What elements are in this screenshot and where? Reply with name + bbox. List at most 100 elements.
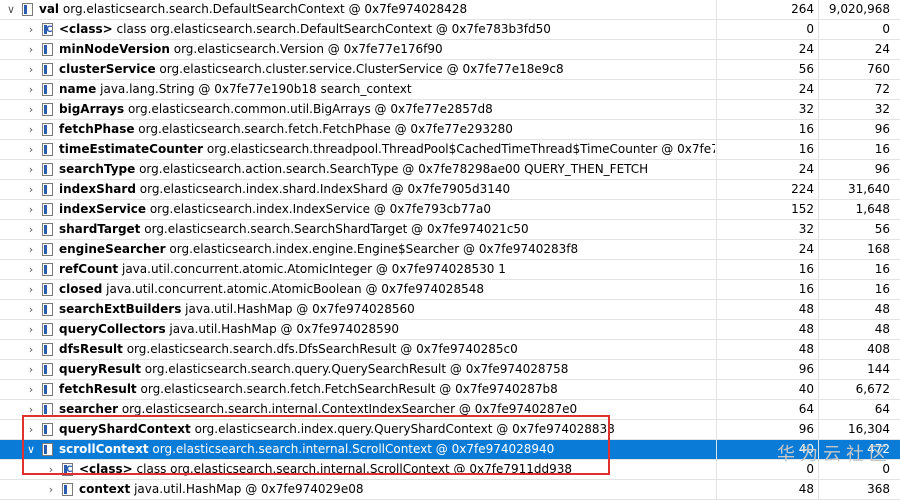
object-type: org.elasticsearch.search.SearchShardTarg… xyxy=(144,222,529,236)
tree-row[interactable]: › context java.util.HashMap @ 0x7fe974029… xyxy=(0,480,900,500)
expand-toggle-closed-icon[interactable]: › xyxy=(26,360,36,379)
tree-row[interactable]: › clusterService org.elasticsearch.cluste… xyxy=(0,60,900,80)
object-type: org.elasticsearch.search.internal.Contex… xyxy=(121,402,578,416)
object-type: class org.elasticsearch.search.internal.… xyxy=(136,462,573,476)
tree-row[interactable]: › refCount java.util.concurrent.atomic.At… xyxy=(0,260,900,280)
field-object-icon xyxy=(42,443,53,456)
object-type: org.elasticsearch.search.fetch.FetchPhas… xyxy=(138,122,513,136)
field-name: <class> xyxy=(79,462,133,476)
expand-toggle-closed-icon[interactable]: › xyxy=(26,400,36,419)
expand-toggle-closed-icon[interactable]: › xyxy=(26,180,36,199)
expand-toggle-closed-icon[interactable]: › xyxy=(26,240,36,259)
expand-toggle-closed-icon[interactable]: › xyxy=(26,300,36,319)
field-object-icon xyxy=(42,223,53,236)
object-name-cell: › <class> class org.elasticsearch.search.… xyxy=(0,460,715,479)
shallow-heap-cell: 16 xyxy=(716,120,818,139)
tree-row[interactable]: › queryResult org.elasticsearch.search.qu… xyxy=(0,360,900,380)
tree-row[interactable]: › fetchResult org.elasticsearch.search.fe… xyxy=(0,380,900,400)
tree-row[interactable]: › fetchPhase org.elasticsearch.search.fet… xyxy=(0,120,900,140)
expand-toggle-closed-icon[interactable]: › xyxy=(46,480,56,499)
shallow-heap-cell: 152 xyxy=(716,200,818,219)
tree-row[interactable]: › indexService org.elasticsearch.index.In… xyxy=(0,200,900,220)
tree-row[interactable]: › shardTarget org.elasticsearch.search.Se… xyxy=(0,220,900,240)
object-label: refCount java.util.concurrent.atomic.Ato… xyxy=(59,260,506,279)
object-name-cell: › timeEstimateCounter org.elasticsearch.t… xyxy=(0,140,715,159)
shallow-heap-cell: 48 xyxy=(716,300,818,319)
tree-row[interactable]: › closed java.util.concurrent.atomic.Atom… xyxy=(0,280,900,300)
expand-toggle-closed-icon[interactable]: › xyxy=(26,220,36,239)
object-value: search_context xyxy=(320,82,412,96)
expand-toggle-closed-icon[interactable]: › xyxy=(26,320,36,339)
field-object-icon xyxy=(42,243,53,256)
field-object-icon xyxy=(42,143,53,156)
expand-toggle-closed-icon[interactable]: › xyxy=(26,20,36,39)
retained-heap-cell: 16 xyxy=(818,140,900,159)
field-object-icon xyxy=(42,403,53,416)
object-name-cell: › queryShardContext org.elasticsearch.ind… xyxy=(0,420,715,439)
tree-row[interactable]: › indexShard org.elasticsearch.index.shar… xyxy=(0,180,900,200)
expand-toggle-closed-icon[interactable]: › xyxy=(46,460,56,479)
field-name: queryResult xyxy=(59,362,141,376)
object-name-cell: › searcher org.elasticsearch.search.inter… xyxy=(0,400,715,419)
expand-toggle-closed-icon[interactable]: › xyxy=(26,380,36,399)
expand-toggle-closed-icon[interactable]: › xyxy=(26,80,36,99)
tree-row[interactable]: › dfsResult org.elasticsearch.search.dfs.… xyxy=(0,340,900,360)
tree-row[interactable]: › bigArrays org.elasticsearch.common.util… xyxy=(0,100,900,120)
shallow-heap-cell: 24 xyxy=(716,40,818,59)
field-name: name xyxy=(59,82,97,96)
retained-heap-cell: 6,672 xyxy=(818,380,900,399)
tree-row[interactable]: › searchType org.elasticsearch.action.sea… xyxy=(0,160,900,180)
tree-row[interactable]: › <class> class org.elasticsearch.search.… xyxy=(0,20,900,40)
object-type: org.elasticsearch.index.query.QueryShard… xyxy=(194,422,615,436)
shallow-heap-cell: 40 xyxy=(716,380,818,399)
expand-toggle-closed-icon[interactable]: › xyxy=(26,420,36,439)
expand-toggle-closed-icon[interactable]: › xyxy=(26,200,36,219)
field-name: dfsResult xyxy=(59,342,123,356)
object-label: dfsResult org.elasticsearch.search.dfs.D… xyxy=(59,340,518,359)
expand-toggle-closed-icon[interactable]: › xyxy=(26,60,36,79)
retained-heap-cell: 32 xyxy=(818,100,900,119)
tree-row[interactable]: ∨ scrollContext org.elasticsearch.search.… xyxy=(0,440,900,460)
field-name: fetchResult xyxy=(59,382,137,396)
object-type: org.elasticsearch.threadpool.ThreadPool$… xyxy=(206,142,715,156)
expand-toggle-closed-icon[interactable]: › xyxy=(26,160,36,179)
object-name-cell: › indexShard org.elasticsearch.index.shar… xyxy=(0,180,715,199)
heap-object-tree: ∨ val org.elasticsearch.search.DefaultSea… xyxy=(0,0,900,500)
expand-toggle-closed-icon[interactable]: › xyxy=(26,40,36,59)
expand-toggle-closed-icon[interactable]: › xyxy=(26,340,36,359)
tree-row[interactable]: ∨ val org.elasticsearch.search.DefaultSea… xyxy=(0,0,900,20)
expand-toggle-closed-icon[interactable]: › xyxy=(26,120,36,139)
object-type: org.elasticsearch.cluster.service.Cluste… xyxy=(159,62,564,76)
expand-toggle-open-icon[interactable]: ∨ xyxy=(26,440,36,459)
expand-toggle-open-icon[interactable]: ∨ xyxy=(6,0,16,19)
object-label: searchType org.elasticsearch.action.sear… xyxy=(59,160,648,179)
object-label: clusterService org.elasticsearch.cluster… xyxy=(59,60,564,79)
object-type: java.lang.String @ 0x7fe77e190b18 xyxy=(100,82,317,96)
object-name-cell: › shardTarget org.elasticsearch.search.Se… xyxy=(0,220,715,239)
expand-toggle-closed-icon[interactable]: › xyxy=(26,140,36,159)
expand-toggle-closed-icon[interactable]: › xyxy=(26,280,36,299)
tree-row[interactable]: › engineSearcher org.elasticsearch.index.… xyxy=(0,240,900,260)
tree-row[interactable]: › searchExtBuilders java.util.HashMap @ 0… xyxy=(0,300,900,320)
tree-row[interactable]: › <class> class org.elasticsearch.search.… xyxy=(0,460,900,480)
object-name-cell: › queryResult org.elasticsearch.search.qu… xyxy=(0,360,715,379)
object-label: <class> class org.elasticsearch.search.D… xyxy=(59,20,551,39)
retained-heap-cell: 31,640 xyxy=(818,180,900,199)
expand-toggle-closed-icon[interactable]: › xyxy=(26,100,36,119)
tree-row[interactable]: › queryCollectors java.util.HashMap @ 0x7… xyxy=(0,320,900,340)
object-type: org.elasticsearch.index.IndexService @ 0… xyxy=(149,202,491,216)
expand-toggle-closed-icon[interactable]: › xyxy=(26,260,36,279)
tree-row[interactable]: › queryShardContext org.elasticsearch.ind… xyxy=(0,420,900,440)
shallow-heap-cell: 96 xyxy=(716,360,818,379)
retained-heap-cell: 16 xyxy=(818,260,900,279)
object-label: scrollContext org.elasticsearch.search.i… xyxy=(59,440,554,459)
object-type: java.util.concurrent.atomic.AtomicIntege… xyxy=(121,262,495,276)
shallow-heap-cell: 32 xyxy=(716,220,818,239)
tree-row[interactable]: › name java.lang.String @ 0x7fe77e190b18 … xyxy=(0,80,900,100)
tree-row[interactable]: › searcher org.elasticsearch.search.inter… xyxy=(0,400,900,420)
object-name-cell: › context java.util.HashMap @ 0x7fe974029… xyxy=(0,480,715,499)
tree-row[interactable]: › minNodeVersion org.elasticsearch.Versio… xyxy=(0,40,900,60)
tree-row[interactable]: › timeEstimateCounter org.elasticsearch.t… xyxy=(0,140,900,160)
class-object-icon xyxy=(42,21,53,39)
retained-heap-cell: 1,648 xyxy=(818,200,900,219)
